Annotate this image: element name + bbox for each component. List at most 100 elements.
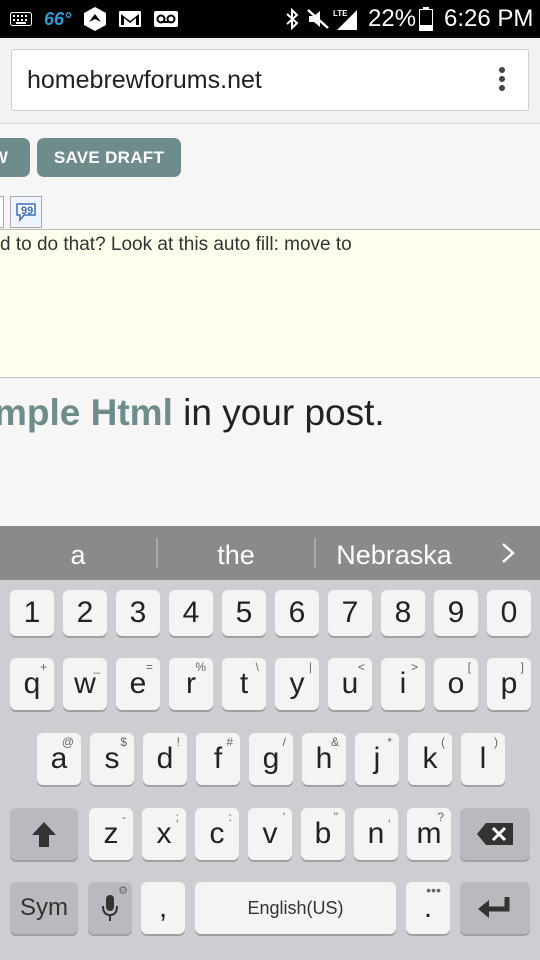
- key-x[interactable]: x;: [142, 808, 186, 860]
- key-y[interactable]: y |: [275, 658, 319, 710]
- svg-text:99: 99: [21, 205, 33, 217]
- preview-button[interactable]: W: [0, 138, 30, 177]
- key-hint: ;: [175, 810, 179, 824]
- settings-gear-icon: ⚙: [118, 885, 128, 897]
- period-key[interactable]: . •••: [406, 882, 450, 934]
- key-j[interactable]: j *: [355, 733, 399, 785]
- key-label: 4: [182, 596, 200, 629]
- key-i[interactable]: i >: [381, 658, 425, 710]
- key-v[interactable]: v ': [248, 808, 292, 860]
- key-hint: <: [357, 660, 365, 674]
- key-h[interactable]: h &: [302, 733, 346, 785]
- chevron-right-icon[interactable]: [488, 526, 528, 580]
- editor-toolbar: 99: [0, 194, 540, 230]
- microphone-icon[interactable]: ⚙: [88, 882, 132, 934]
- key-e[interactable]: e =: [116, 658, 160, 710]
- suggestion-item[interactable]: Nebraska: [316, 526, 472, 580]
- key-o[interactable]: o[: [434, 658, 478, 710]
- key-8[interactable]: 8: [381, 590, 425, 636]
- comma-key[interactable]: ,: [141, 882, 185, 934]
- key-s[interactable]: s $: [90, 733, 134, 785]
- key-label: h: [315, 742, 333, 775]
- key-hint: [: [467, 660, 471, 674]
- key-label: 0: [500, 596, 518, 629]
- key-p[interactable]: p]: [487, 658, 531, 710]
- key-hint: ': [282, 810, 285, 824]
- key-n[interactable]: n,: [354, 808, 398, 860]
- key-4[interactable]: 4: [169, 590, 213, 636]
- simple-html-link[interactable]: mple Html: [0, 392, 173, 433]
- key-hint: =: [145, 660, 153, 674]
- key-hint: ?: [437, 810, 444, 824]
- nav-arrow-icon: [82, 0, 108, 38]
- post-editor[interactable]: d to do that? Look at this auto fill: mo…: [0, 230, 540, 378]
- space-key[interactable]: English(US): [195, 882, 396, 934]
- key-f[interactable]: f #: [196, 733, 240, 785]
- key-hint: #: [226, 735, 233, 749]
- key-c[interactable]: c:: [195, 808, 239, 860]
- key-hint: *: [387, 735, 392, 749]
- keyboard: 1 2 3 4 5 6 7 8 9 0 q + w _ e = r% t \ y | u < i > o[p] a @ s $ d! f # g /…: [0, 580, 540, 960]
- key-label: 5: [235, 596, 253, 629]
- backspace-key[interactable]: [460, 808, 530, 860]
- key-label: u: [341, 667, 359, 700]
- overflow-menu-icon[interactable]: [496, 67, 508, 95]
- key-label: 6: [288, 596, 306, 629]
- key-9[interactable]: 9: [434, 590, 478, 636]
- enter-key[interactable]: [460, 882, 530, 934]
- key-label: x: [156, 817, 172, 850]
- key-b[interactable]: b ": [301, 808, 345, 860]
- key-label: k: [422, 742, 438, 775]
- key-label: 2: [76, 596, 94, 629]
- key-a[interactable]: a @: [37, 733, 81, 785]
- key-t[interactable]: t \: [222, 658, 266, 710]
- suggestion-item[interactable]: a: [0, 526, 156, 580]
- battery-percent: 22%: [368, 5, 417, 32]
- key-label: e: [129, 667, 147, 700]
- shift-key[interactable]: [10, 808, 78, 860]
- key-m[interactable]: m?: [407, 808, 451, 860]
- key-label: j: [373, 742, 381, 775]
- save-draft-button[interactable]: SAVE DRAFT: [37, 138, 181, 177]
- key-hint: -: [122, 810, 126, 824]
- key-r[interactable]: r%: [169, 658, 213, 710]
- quote-icon[interactable]: 99: [10, 196, 42, 228]
- editor-tool-button[interactable]: [0, 196, 4, 228]
- key-hint: ": [333, 810, 338, 824]
- suggestion-bar: a the Nebraska: [0, 526, 540, 580]
- key-q[interactable]: q +: [10, 658, 54, 710]
- key-2[interactable]: 2: [63, 590, 107, 636]
- url-text[interactable]: homebrewforums.net: [27, 50, 262, 110]
- key-label: b: [314, 817, 332, 850]
- key-g[interactable]: g /: [249, 733, 293, 785]
- sym-key[interactable]: Sym: [10, 882, 78, 934]
- status-bar: 66° LTE 22% 6:26 PM: [0, 0, 540, 38]
- key-hint: ): [494, 735, 498, 749]
- key-label: 8: [394, 596, 412, 629]
- key-6[interactable]: 6: [275, 590, 319, 636]
- suggestion-item[interactable]: the: [158, 526, 314, 580]
- lte-signal-icon: LTE: [333, 0, 359, 38]
- key-l[interactable]: l): [461, 733, 505, 785]
- web-page: W SAVE DRAFT 99 d to do that? Look at th…: [0, 124, 540, 526]
- key-5[interactable]: 5: [222, 590, 266, 636]
- clock: 6:26 PM: [444, 5, 534, 32]
- key-7[interactable]: 7: [328, 590, 372, 636]
- key-z[interactable]: z-: [89, 808, 133, 860]
- voicemail-icon: [154, 0, 178, 38]
- key-hint: +: [39, 660, 47, 674]
- key-w[interactable]: w _: [63, 658, 107, 710]
- address-bar[interactable]: homebrewforums.net: [11, 49, 529, 111]
- key-0[interactable]: 0: [487, 590, 531, 636]
- key-3[interactable]: 3: [116, 590, 160, 636]
- key-label: n: [367, 817, 385, 850]
- key-k[interactable]: k(: [408, 733, 452, 785]
- key-1[interactable]: 1: [10, 590, 54, 636]
- key-d[interactable]: d!: [143, 733, 187, 785]
- key-hint: &: [330, 735, 339, 749]
- key-u[interactable]: u <: [328, 658, 372, 710]
- key-hint: ,: [387, 810, 391, 824]
- weather-temperature: 66°: [44, 8, 72, 29]
- key-label: g: [262, 742, 280, 775]
- bluetooth-icon: [282, 0, 302, 38]
